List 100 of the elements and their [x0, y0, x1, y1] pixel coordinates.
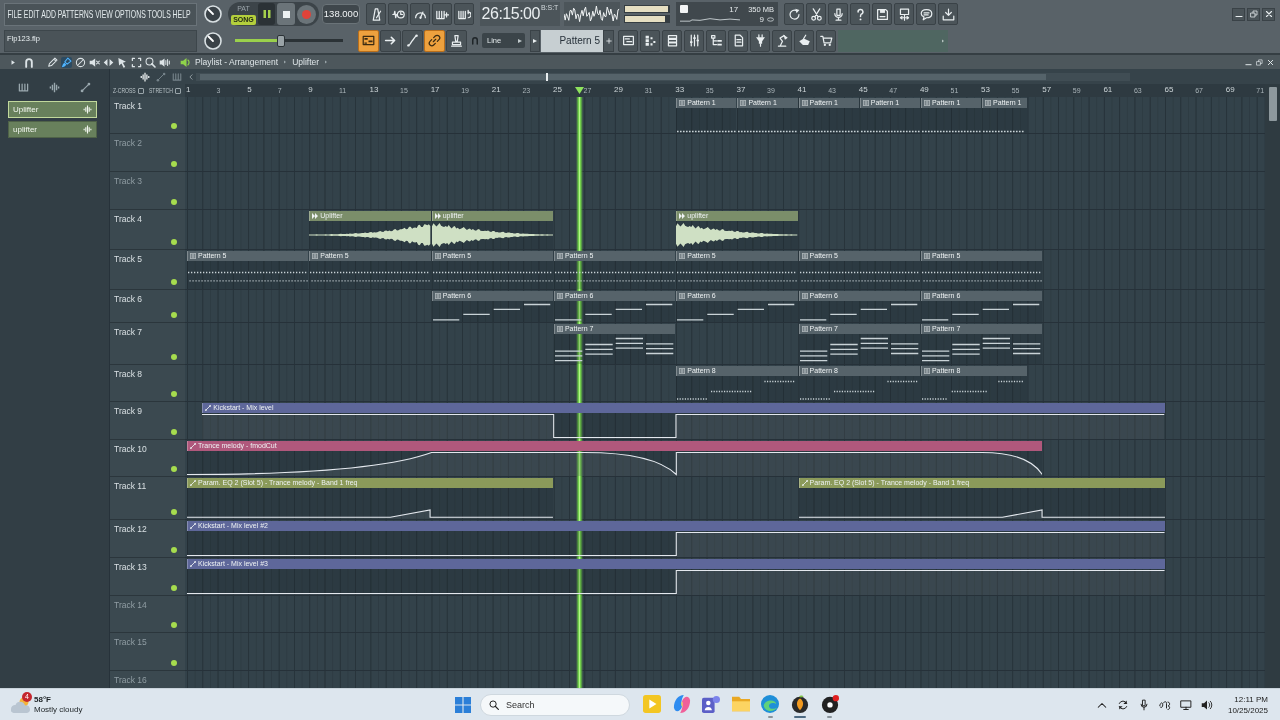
pointer-icon[interactable]: [117, 56, 128, 68]
track-toggle-icon[interactable]: [171, 547, 177, 553]
menu-item[interactable]: PATTERNS: [57, 7, 94, 21]
tool-toggle[interactable]: [358, 29, 379, 52]
record-circle-icon[interactable]: [820, 695, 839, 713]
selection-icon[interactable]: [131, 56, 142, 68]
toolbar-button[interactable]: [816, 29, 836, 52]
menu-item[interactable]: ADD: [41, 7, 56, 21]
waveform-icon[interactable]: [140, 71, 150, 82]
automation-icon[interactable]: [156, 71, 166, 82]
toolbar-button[interactable]: [828, 3, 848, 25]
track-toggle-icon[interactable]: [171, 279, 177, 285]
menu-item[interactable]: HELP: [172, 7, 191, 21]
play-tile-icon[interactable]: [643, 695, 661, 713]
automation-icon[interactable]: [80, 81, 91, 93]
delete-icon[interactable]: [75, 56, 86, 68]
microphone-icon[interactable]: [1137, 698, 1150, 711]
track-toggle-icon[interactable]: [171, 585, 177, 591]
scroll-left-icon[interactable]: [188, 72, 194, 81]
track-toggle-icon[interactable]: [171, 509, 177, 515]
close-icon[interactable]: [1267, 58, 1274, 66]
tool-toggle[interactable]: [446, 29, 467, 52]
slider-thumb[interactable]: [277, 34, 286, 47]
playhead-marker-icon[interactable]: [574, 87, 584, 94]
toolbar-button[interactable]: [894, 3, 914, 25]
restore-icon[interactable]: [1256, 58, 1263, 66]
language-icon[interactable]: [1158, 698, 1171, 711]
weather-icon[interactable]: [11, 696, 31, 713]
browser-item[interactable]: uplifter: [8, 121, 97, 138]
menu-item[interactable]: OPTIONS: [114, 7, 146, 21]
track-toggle-icon[interactable]: [171, 429, 177, 435]
pattern-icon[interactable]: [18, 81, 29, 93]
stop-button[interactable]: [277, 3, 295, 25]
track-toggle-icon[interactable]: [171, 123, 177, 129]
track-toggle-icon[interactable]: [171, 199, 177, 205]
menu-item[interactable]: TOOLS: [147, 7, 171, 21]
toolbar-button[interactable]: [872, 3, 892, 25]
brush-icon[interactable]: [61, 56, 72, 68]
toolbar-button[interactable]: [662, 29, 682, 52]
track-toggle-icon[interactable]: [171, 161, 177, 167]
breadcrumb-item[interactable]: Uplifter: [292, 57, 320, 67]
menu-item[interactable]: FILE: [7, 7, 22, 21]
toolbar-button[interactable]: [850, 3, 870, 25]
clock-date[interactable]: 10/25/2025: [1227, 704, 1268, 716]
close-button[interactable]: [1262, 7, 1275, 21]
track-toggle-icon[interactable]: [171, 660, 177, 666]
speaker-bars-icon[interactable]: [159, 56, 170, 68]
tempo-display[interactable]: 138.000: [322, 4, 360, 24]
toolbar-button[interactable]: [938, 3, 958, 25]
tool-toggle[interactable]: [424, 29, 445, 52]
zoom-icon[interactable]: [145, 56, 156, 68]
speaker-icon[interactable]: [180, 56, 191, 68]
monitor-icon[interactable]: [1179, 698, 1192, 711]
track-toggle-icon[interactable]: [171, 239, 177, 245]
knob[interactable]: [204, 31, 222, 50]
menu-item[interactable]: EDIT: [23, 7, 40, 21]
tool-toggle[interactable]: [380, 29, 401, 52]
horizontal-scrollbar[interactable]: [196, 72, 1130, 81]
mute-icon[interactable]: [89, 56, 100, 68]
toolbar-button[interactable]: [618, 29, 638, 52]
toolbar-button[interactable]: [684, 29, 704, 52]
track-toggle-icon[interactable]: [171, 354, 177, 360]
scrollbar-thumb[interactable]: [1268, 87, 1277, 121]
pencil-icon[interactable]: [47, 56, 58, 68]
toolbar-button[interactable]: [388, 3, 408, 25]
track-toggle-icon[interactable]: [171, 466, 177, 472]
sync-icon[interactable]: [1116, 698, 1129, 711]
toolbar-button[interactable]: [706, 29, 726, 52]
checkbox[interactable]: [174, 87, 181, 94]
chevron-icon[interactable]: [283, 59, 288, 65]
restore-button[interactable]: [1247, 7, 1260, 21]
wave-circle-icon[interactable]: [761, 695, 780, 713]
clock-time[interactable]: 12:11 PM: [1234, 693, 1268, 705]
weather-temperature[interactable]: 58°F: [34, 694, 83, 705]
chevron-icon[interactable]: [324, 59, 329, 65]
toolbar-button[interactable]: [366, 3, 386, 25]
toolbar-button[interactable]: [750, 29, 770, 52]
track-toggle-icon[interactable]: [171, 391, 177, 397]
fruit-icon[interactable]: [790, 695, 809, 713]
swirl-icon[interactable]: [672, 695, 691, 713]
pattern-selector[interactable]: Pattern 5: [541, 29, 603, 52]
checkbox[interactable]: [137, 87, 144, 94]
weather-condition[interactable]: Mostly cloudy: [34, 704, 83, 715]
start-icon[interactable]: [455, 696, 471, 713]
pattern-arrow-button[interactable]: [530, 29, 540, 52]
pattern-icon[interactable]: [172, 71, 182, 82]
toolbar-button[interactable]: [916, 3, 936, 25]
toolbar-button[interactable]: [784, 3, 804, 25]
vertical-scrollbar[interactable]: [1265, 84, 1280, 688]
toolbar-button[interactable]: [432, 3, 452, 25]
knob[interactable]: [204, 5, 222, 23]
toolbar-button[interactable]: [640, 29, 660, 52]
toolbar-button[interactable]: [728, 29, 748, 52]
volume-icon[interactable]: [1200, 698, 1213, 711]
toolbar-button[interactable]: [794, 29, 814, 52]
toolbar-button[interactable]: [454, 3, 474, 25]
browser-item[interactable]: Uplifter: [8, 101, 97, 118]
magnet-icon[interactable]: [471, 36, 479, 45]
people-tile-icon[interactable]: [702, 695, 721, 713]
toolbar-button[interactable]: [410, 3, 430, 25]
